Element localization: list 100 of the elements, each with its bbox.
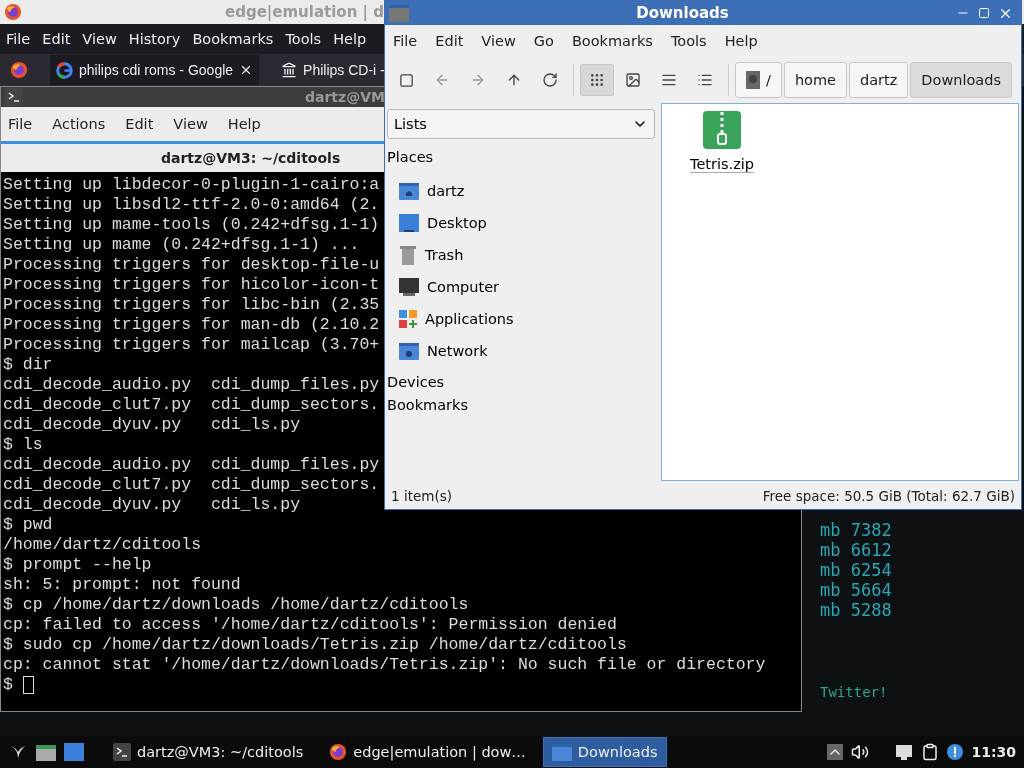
stat-text: mb 6612 [820, 540, 893, 560]
stat-text: mb 6254 [820, 560, 893, 580]
archive-item[interactable]: Tetris.zip [690, 110, 754, 173]
terminal-line: Setting up libsdl2-ttf-2.0-0:amd64 (2. [3, 195, 380, 215]
menu-item[interactable]: File [0, 31, 37, 47]
back-icon [434, 72, 450, 88]
folder-icon [551, 743, 572, 761]
terminal-line: $ sudo cp /home/dartz/downloads/Tetris.zip /home/dartz/cditools [3, 635, 627, 655]
menu-item[interactable]: Edit [36, 31, 77, 47]
terminal-line: Processing triggers for hicolor-icon-t [3, 275, 380, 295]
menu-item[interactable]: Go [531, 33, 556, 49]
terminal-line: /home/dartz/cditools [3, 535, 202, 555]
new-window-icon [398, 72, 414, 88]
section-heading: Places [386, 148, 435, 167]
taskbar-button[interactable]: edge|emulation | dow… [320, 737, 535, 767]
firefox-icon[interactable] [10, 61, 28, 79]
path-button[interactable]: Downloads [910, 62, 1012, 98]
browser-tab[interactable]: philips cdi roms - Google [50, 55, 260, 85]
menu-item[interactable]: File [391, 33, 420, 49]
terminal-line: Setting up mame-tools (0.242+dfsg.1-1) [3, 215, 380, 235]
folder-icon [389, 4, 409, 22]
grid-icon [589, 72, 605, 88]
menu-item[interactable]: Actions [49, 116, 109, 132]
prompt-text: $ [3, 675, 13, 695]
path-button[interactable]: home [783, 62, 847, 98]
sidebar-mode-dropdown[interactable]: Lists [387, 109, 655, 139]
terminal-line: Processing triggers for desktop-file-u [3, 255, 380, 275]
zip-file-icon [702, 110, 742, 150]
lines-icon [661, 72, 677, 88]
list-icon [697, 72, 713, 88]
applications-icon [399, 310, 417, 328]
menu-item[interactable]: View [76, 31, 123, 47]
terminal-line: cdi_decode_audio.py cdi_dump_files.py [3, 375, 380, 395]
forward-icon [470, 72, 486, 88]
taskbar-button[interactable]: Downloads [542, 737, 667, 767]
terminal-tab[interactable]: dartz@VM3: ~/cditools [161, 150, 341, 166]
desktop-icon [399, 214, 419, 232]
reload-icon [542, 72, 558, 88]
status-text: 1 item(s) [391, 488, 452, 504]
museum-icon [281, 62, 298, 78]
status-text: Free space: 50.5 GiB (Total: 62.7 GiB) [762, 488, 1015, 504]
twitter-link[interactable]: Twitter! [820, 682, 1024, 702]
path-button[interactable]: / [735, 62, 782, 98]
terminal-line: Processing triggers for man-db (2.10.2 [3, 315, 380, 335]
home-folder-icon [399, 182, 419, 200]
terminal-line: $ cp /home/dartz/downloads /home/dartz/cditools [3, 595, 469, 615]
section-heading: Bookmarks [386, 397, 469, 413]
volume-icon[interactable] [851, 743, 870, 761]
menu-item[interactable]: Help [327, 31, 373, 47]
network-folder-icon [399, 342, 419, 360]
firefox-icon[interactable] [4, 3, 22, 21]
stat-text: mb 7382 [820, 520, 893, 540]
sidebar-item[interactable]: Trash [385, 239, 657, 271]
terminal-line: cdi_decode_audio.py cdi_dump_files.py [3, 455, 380, 475]
terminal-line: $ ls [3, 435, 43, 455]
terminal-line: $ pwd [3, 515, 53, 535]
trash-icon [399, 245, 417, 265]
firefox-icon[interactable] [329, 743, 348, 761]
terminal-line: cdi_decode_dyuv.py cdi_ls.py [3, 415, 301, 435]
stat-text: mb 5288 [820, 600, 893, 620]
menu-item[interactable]: View [170, 116, 211, 132]
file-manager-icon[interactable] [36, 742, 56, 762]
window-title: edge|emulation | d [225, 3, 384, 21]
terminal-line: cdi_decode_clut7.py cdi_dump_sectors. [3, 475, 380, 495]
window-title: dartz@VM [305, 89, 385, 105]
image-icon [625, 72, 641, 88]
menu-item[interactable]: View [479, 33, 518, 49]
terminal-line: cp: failed to access '/home/dartz/cditools': Permission denied [3, 615, 617, 635]
stat-text: mb 5664 [820, 580, 893, 600]
sidebar-item[interactable]: Applications [385, 303, 657, 335]
menu-item[interactable]: History [122, 31, 187, 47]
terminal-line: cdi_decode_clut7.py cdi_dump_sectors. [3, 395, 380, 415]
text-cursor [22, 676, 34, 694]
sidebar-item[interactable]: Network [385, 335, 657, 367]
menu-item[interactable]: Edit [433, 33, 466, 49]
menu-item[interactable]: Tools [668, 33, 709, 49]
terminal-line: sh: 5: prompt: not found [3, 575, 241, 595]
sidebar-item[interactable]: Computer [385, 271, 657, 303]
network-icon[interactable] [895, 744, 914, 760]
clipboard-icon[interactable] [921, 743, 940, 761]
section-heading: Devices [386, 373, 446, 392]
taskbar-button[interactable]: dartz@VM3: ~/cditools [104, 737, 313, 767]
menu-item[interactable]: File [5, 116, 36, 132]
monitor-icon [399, 278, 419, 296]
notification-icon[interactable] [947, 744, 964, 760]
icon-view-button[interactable] [580, 64, 614, 96]
clock-text: 11:30 [971, 744, 1016, 760]
menu-item[interactable]: Bookmarks [186, 31, 280, 47]
menu-item[interactable]: Help [722, 33, 760, 49]
menu-item[interactable]: Help [224, 116, 264, 132]
sidebar-item[interactable]: dartz [385, 175, 657, 207]
sidebar-item[interactable]: Desktop [385, 207, 657, 239]
terminal-icon [113, 743, 131, 761]
menu-item[interactable]: Tools [279, 31, 328, 47]
browser-tab[interactable]: Philips CD-i - [281, 55, 385, 85]
terminal-line: $ prompt --help [3, 555, 152, 575]
maximize-button[interactable] [978, 7, 990, 19]
menu-item[interactable]: Edit [122, 116, 157, 132]
menu-item[interactable]: Bookmarks [569, 33, 655, 49]
path-button[interactable]: dartz [849, 62, 909, 98]
